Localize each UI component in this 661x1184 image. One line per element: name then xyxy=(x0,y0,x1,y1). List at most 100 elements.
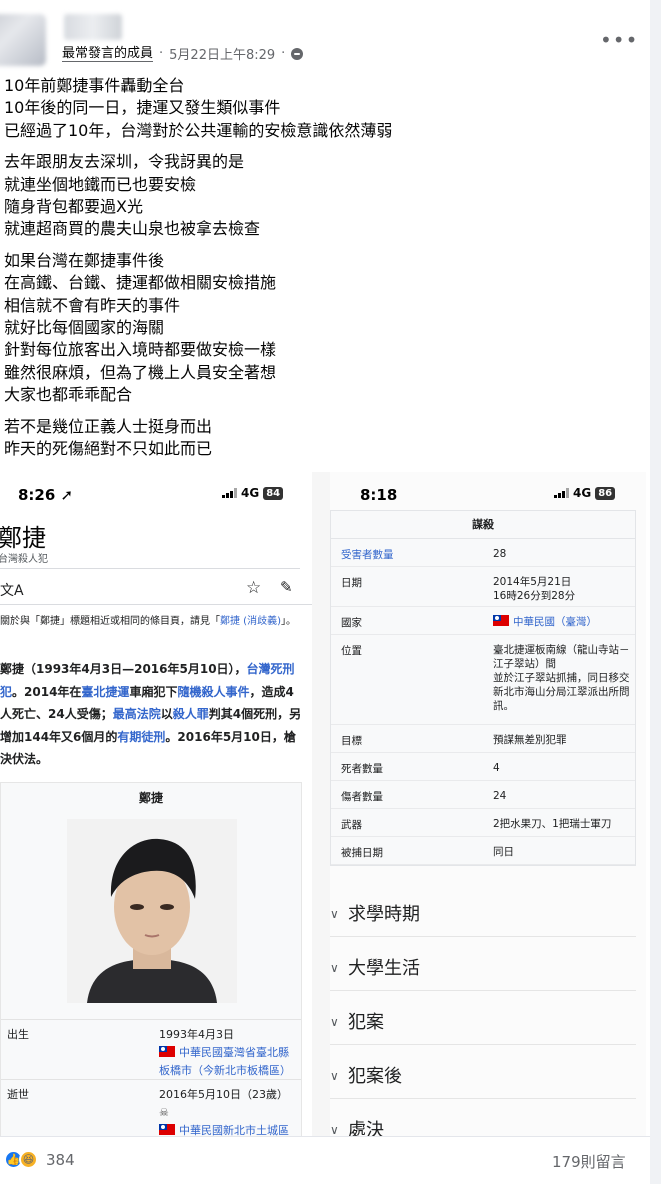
signal-icon xyxy=(222,488,237,498)
status-indicators: 4G 84 xyxy=(222,486,284,500)
post-paragraph: 若不是幾位正義人士挺身而出 昨天的死傷絕對不只如此而已 xyxy=(4,416,644,461)
infobox-title: 鄭捷 xyxy=(138,791,163,805)
incident-row-value: 2014年5月21日 16時26分到28分 xyxy=(493,576,576,602)
battery-icon: 86 xyxy=(595,486,616,500)
screenshot-gap xyxy=(312,472,330,1136)
skull-icon: ☠ xyxy=(159,1106,169,1119)
post-paragraph: 去年跟朋友去深圳，令我訝異的是 就連坐個地鐵而已也要安檢 隨身背包都要過X光 就連超商… xyxy=(4,151,644,241)
post-line: 針對每位旅客出入境時都要做安檢一樣 xyxy=(4,340,277,360)
post-line: 就好比每個國家的海關 xyxy=(4,318,165,338)
signal-icon xyxy=(554,488,569,498)
section-title: 處決 xyxy=(348,1120,384,1136)
post-meta: 最常發言的成員 · 5月22日上午8:29 · xyxy=(62,44,304,63)
reaction-count: 384 xyxy=(46,1150,75,1169)
hatnote: 關於與「鄭捷」標題相近或相同的條目頁，請見「鄭捷 (消歧義)」。 xyxy=(0,616,296,627)
post-line: 就連坐個地鐵而已也要安檢 xyxy=(4,174,197,194)
post-paragraph: 10年前鄭捷事件轟動全台 10年後的同一日，捷運又發生類似事件 已經過了10年，台灣… xyxy=(4,75,644,142)
country-link[interactable]: 中華民國（臺灣） xyxy=(513,616,597,628)
roc-flag-icon xyxy=(159,1046,175,1057)
link-taipei-metro[interactable]: 臺北捷運 xyxy=(81,685,129,699)
incident-row-label: 位置 xyxy=(341,645,362,657)
post-timestamp[interactable]: 5月22日上午8:29 xyxy=(169,44,275,63)
section-toggle[interactable]: ∨ 犯案後 xyxy=(330,1062,636,1099)
post-line: 雖然很麻煩，但為了機上人員安全著想 xyxy=(4,362,277,382)
incident-row: 目標 預謀無差別犯罪 xyxy=(331,725,635,753)
link-murder[interactable]: 殺人罪 xyxy=(173,707,209,721)
lead-paragraph: 鄭捷（1993年4月3日—2016年5月10日），台灣死刑犯。2014年在臺北捷… xyxy=(0,662,302,766)
author-avatar[interactable] xyxy=(0,14,46,66)
incident-row-value: 臺北捷運板南線（龍山寺站－江子翠站）間 並於江子翠站抓捕，同日移交新北市海山分局… xyxy=(493,644,630,712)
battery-icon: 84 xyxy=(263,486,284,500)
screenshot-wiki-incident[interactable]: 8:18 4G 86 謀殺 受害者數量 28 日期 2014年5月21日 16時26分… xyxy=(330,472,646,1136)
incident-infobox-title: 謀殺 xyxy=(331,511,635,539)
reactions-summary[interactable]: 👍 😆 384 xyxy=(4,1150,75,1169)
post-line: 大家也都乖乖配合 xyxy=(4,385,133,405)
section-title: 求學時期 xyxy=(348,904,420,925)
screenshot-wiki-person[interactable]: 8:26 ➚ 4G 84 鄭捷 台灣殺人犯 文A ☆ ✎ 關於與「鄭捷」標題相近… xyxy=(0,472,312,1136)
post-line: 已經過了10年，台灣對於公共運輸的安檢意識依然薄弱 xyxy=(4,120,393,140)
roc-flag-icon xyxy=(159,1124,175,1135)
author-name-blurred[interactable] xyxy=(64,14,122,40)
chevron-down-icon: ∨ xyxy=(330,961,339,975)
chevron-down-icon: ∨ xyxy=(330,1069,339,1083)
post-line: 10年前鄭捷事件轟動全台 xyxy=(4,76,185,95)
section-toggle[interactable]: ∨ 大學生活 xyxy=(330,954,636,991)
incident-row: 日期 2014年5月21日 16時26分到28分 xyxy=(331,567,635,607)
incident-row: 位置 臺北捷運板南線（龍山寺站－江子翠站）間 並於江子翠站抓捕，同日移交新北市海山… xyxy=(331,635,635,725)
incident-row-label: 傷者數量 xyxy=(341,791,383,803)
chevron-down-icon: ∨ xyxy=(330,1015,339,1029)
comment-count[interactable]: 179則留言 xyxy=(552,1151,626,1172)
post-line: 隨身背包都要過X光 xyxy=(4,197,143,217)
section-toggle[interactable]: ∨ 求學時期 xyxy=(330,900,636,937)
incident-row-label: 武器 xyxy=(341,819,362,831)
died-place-link[interactable]: 中華民國新北市土城區臺北看守所附設臺北監獄刑 xyxy=(159,1124,291,1136)
language-icon[interactable]: 文A xyxy=(0,580,24,600)
section-toggle[interactable]: ∨ 犯案 xyxy=(330,1008,636,1045)
author-badge[interactable]: 最常發言的成員 xyxy=(62,46,154,62)
incident-row-value: 24 xyxy=(493,790,507,802)
incident-row-value: 4 xyxy=(493,762,500,774)
infobox: 鄭捷 出生 1993年4月3日 中華民國臺灣省臺北縣板橋市（今新北市板橋區） 逝… xyxy=(0,782,302,1136)
link-supreme-court[interactable]: 最高法院 xyxy=(113,707,161,721)
audience-globe-icon xyxy=(291,47,304,60)
section-title: 犯案後 xyxy=(348,1066,402,1087)
footer-divider xyxy=(0,1136,650,1137)
infobox-row-born: 出生 1993年4月3日 中華民國臺灣省臺北縣板橋市（今新北市板橋區） xyxy=(1,1019,301,1077)
incident-row: 武器 2把水果刀、1把瑞士軍刀 xyxy=(331,809,635,837)
location-arrow-icon: ➚ xyxy=(60,486,74,504)
infobox-row-died: 逝世 2016年5月10日（23歲） ☠ 中華民國新北市土城區臺北看守所附設臺北… xyxy=(1,1079,301,1136)
star-icon[interactable]: ☆ xyxy=(246,578,261,598)
divider xyxy=(0,568,300,569)
post-line: 在高鐵、台鐵、捷運都做相關安檢措施 xyxy=(4,273,277,293)
status-time: 8:18 xyxy=(360,486,398,504)
post-text: 10年前鄭捷事件轟動全台 10年後的同一日，捷運又發生類似事件 已經過了10年，台灣… xyxy=(4,75,644,470)
incident-infobox: 謀殺 受害者數量 28 日期 2014年5月21日 16時26分到28分國家 中華民國（… xyxy=(330,510,636,866)
incident-row-value: 2把水果刀、1把瑞士軍刀 xyxy=(493,818,612,830)
section-title: 犯案 xyxy=(348,1012,384,1033)
article-title: 鄭捷 xyxy=(0,524,46,552)
incident-row-label: 死者數量 xyxy=(341,763,383,775)
disambiguation-link[interactable]: 鄭捷 (消歧義) xyxy=(220,616,281,627)
incident-row: 被捕日期 同日 xyxy=(331,837,635,865)
chevron-down-icon: ∨ xyxy=(330,1123,339,1136)
meta-separator: · xyxy=(159,46,164,61)
incident-row-label: 日期 xyxy=(341,577,362,589)
incident-row-value: 同日 xyxy=(493,846,514,858)
incident-row-label[interactable]: 受害者數量 xyxy=(341,547,394,562)
link-random-killing[interactable]: 隨機殺人事件 xyxy=(177,685,249,699)
link-prison-term[interactable]: 有期徒刑 xyxy=(117,730,165,744)
network-type: 4G xyxy=(573,486,592,500)
edit-lock-icon[interactable]: ✎ xyxy=(280,578,293,596)
post-card: 最常發言的成員 · 5月22日上午8:29 · ••• 10年前鄭捷事件轟動全台… xyxy=(0,0,650,1184)
incident-row-value: 28 xyxy=(493,548,507,560)
born-place-link[interactable]: 中華民國臺灣省臺北縣板橋市（今新北市板橋區） xyxy=(159,1046,291,1077)
network-type: 4G xyxy=(241,486,260,500)
status-time: 8:26 ➚ xyxy=(18,486,74,504)
incident-row-label: 被捕日期 xyxy=(341,847,383,859)
more-options-button[interactable]: ••• xyxy=(600,28,638,52)
post-line: 10年後的同一日，捷運又發生類似事件 xyxy=(4,98,281,118)
section-toggle[interactable]: ∨ 處決 xyxy=(330,1116,636,1136)
incident-row-label: 國家 xyxy=(341,617,362,629)
haha-reaction-icon: 😆 xyxy=(19,1150,38,1169)
portrait-photo[interactable] xyxy=(67,819,237,1003)
